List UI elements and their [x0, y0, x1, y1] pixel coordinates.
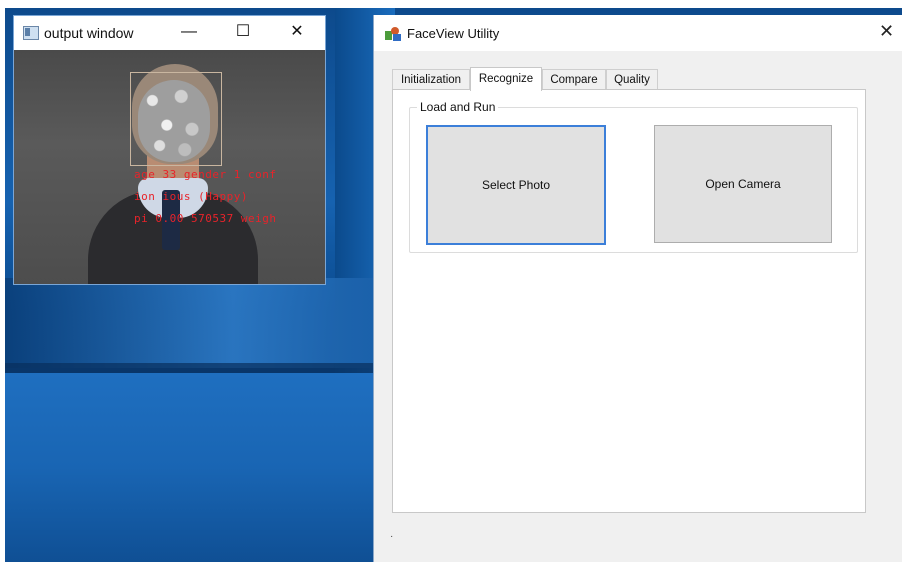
output-window[interactable]: output window — ☐ ✕ age 33 gender 1 conf…: [13, 15, 326, 285]
camera-output-image: age 33 gender 1 conf ion ious (Happy) pi…: [14, 50, 325, 284]
desktop-shadow-band: [5, 363, 385, 373]
detection-label: ion ious (Happy): [134, 190, 248, 203]
window-app-icon: [23, 26, 39, 40]
faceview-titlebar[interactable]: FaceView Utility ✕: [374, 15, 902, 51]
faceview-title: FaceView Utility: [407, 26, 500, 41]
faceview-window[interactable]: FaceView Utility ✕ Initialization Recogn…: [373, 15, 902, 562]
minimize-button[interactable]: —: [174, 21, 204, 43]
tab-quality[interactable]: Quality: [606, 69, 658, 90]
detection-label: pi 0.00 570537 weigh: [134, 212, 277, 225]
open-camera-button[interactable]: Open Camera: [654, 125, 832, 243]
faceview-app-icon: [385, 25, 401, 41]
tab-recognize[interactable]: Recognize: [470, 67, 542, 91]
output-window-title: output window: [44, 25, 134, 41]
detection-label: age 33 gender 1 conf: [134, 168, 277, 181]
group-title: Load and Run: [417, 100, 499, 114]
load-and-run-group: Load and Run Select Photo Open Camera: [409, 100, 858, 253]
desktop-light-beam: [5, 373, 385, 562]
desktop-light-beam: [5, 278, 385, 368]
output-window-titlebar[interactable]: output window — ☐ ✕: [14, 16, 325, 50]
face-detection-box: [130, 72, 222, 166]
close-button[interactable]: ✕: [879, 21, 894, 42]
maximize-button[interactable]: ☐: [228, 21, 258, 43]
recognize-tab-panel: Load and Run Select Photo Open Camera: [392, 89, 866, 513]
select-photo-button[interactable]: Select Photo: [426, 125, 606, 245]
status-bar-text: ·: [390, 531, 394, 542]
tab-compare[interactable]: Compare: [542, 69, 606, 90]
tab-initialization[interactable]: Initialization: [392, 69, 470, 90]
close-button[interactable]: ✕: [282, 21, 312, 43]
